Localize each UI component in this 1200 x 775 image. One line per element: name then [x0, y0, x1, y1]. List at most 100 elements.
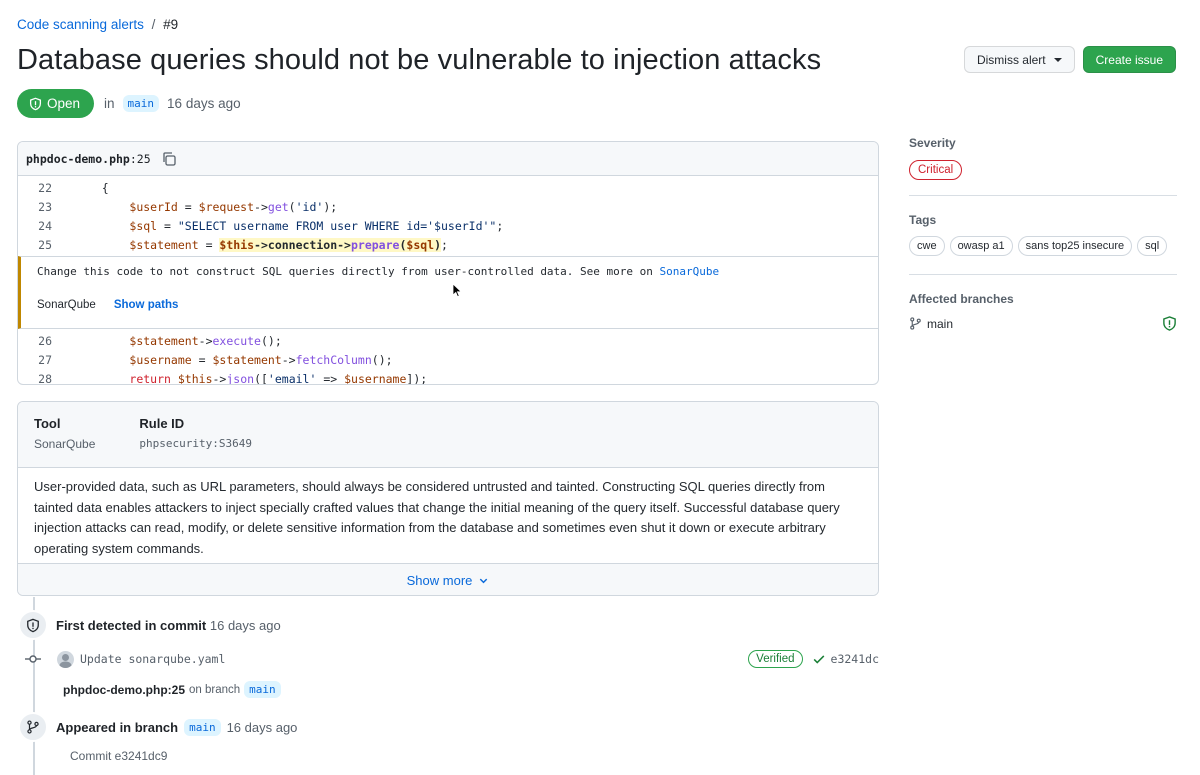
line-number: 28 — [38, 371, 52, 385]
breadcrumb-separator: / — [151, 17, 156, 32]
page-title: Database queries should not be vulnerabl… — [17, 44, 822, 76]
sonarqube-link[interactable]: SonarQube — [660, 265, 720, 278]
code-file-name-text: phpdoc-demo.php — [26, 151, 130, 166]
code-text: $statement->execute(); — [129, 333, 282, 348]
rule-description: User-provided data, such as URL paramete… — [34, 479, 840, 556]
line-number: 24 — [38, 218, 52, 233]
show-more-label: Show more — [406, 572, 473, 588]
copy-icon[interactable] — [161, 151, 177, 167]
shield-icon — [27, 618, 39, 632]
code-text: $sql = "SELECT username FROM user WHERE … — [129, 218, 504, 233]
appeared-branch-tag[interactable]: main — [184, 718, 221, 736]
code-file-line: :25 — [129, 151, 151, 166]
code-lines-after: 26 $statement->execute(); 27 $username =… — [18, 329, 878, 385]
rule-id: Rule ID phpsecurity:S3649 — [139, 416, 252, 453]
severity-label: Severity — [909, 136, 956, 150]
avatar-person-icon — [59, 653, 72, 668]
rule-panel: Tool SonarQube Rule ID phpsecurity:S3649… — [17, 401, 879, 596]
timeline-appeared-text: Appeared in branch main 16 days ago — [56, 718, 298, 736]
shield-icon — [1163, 316, 1176, 331]
line-number: 27 — [38, 352, 52, 367]
breadcrumb: Code scanning alerts / #9 — [17, 17, 178, 32]
annotation-message: Change this code to not construct SQL qu… — [37, 265, 720, 278]
code-file-name[interactable]: phpdoc-demo.php:25 — [26, 152, 151, 166]
affected-branch-row: main — [909, 316, 1177, 331]
sidebar-divider — [909, 274, 1177, 275]
status-age: 16 days ago — [167, 96, 241, 111]
alert-annotation: Change this code to not construct SQL qu… — [18, 256, 878, 329]
code-line: 27 $username = $statement->fetchColumn()… — [18, 350, 878, 369]
mouse-cursor-icon — [452, 283, 462, 298]
git-branch-icon — [910, 317, 921, 330]
severity-badge: Critical — [909, 160, 963, 180]
code-panel: phpdoc-demo.php:25 22 { 23 $userId = $re… — [17, 141, 879, 385]
code-line: 28 return $this->json(['email' => $usern… — [18, 369, 878, 385]
rule-id-value: phpsecurity:S3649 — [139, 437, 252, 450]
timeline-first-detected-text: First detected in commit 16 days ago — [56, 617, 281, 633]
commit-icon — [25, 655, 41, 663]
timeline-commit-row: Update sonarqube.yaml Verified e3241dc — [25, 650, 879, 668]
rule-tool: Tool SonarQube — [34, 416, 95, 453]
code-text: $userId = $request->get('id'); — [129, 199, 338, 214]
create-issue-button[interactable]: Create issue — [1082, 46, 1176, 73]
code-line: 26 $statement->execute(); — [18, 331, 878, 350]
affected-branch-name[interactable]: main — [927, 317, 953, 331]
line-number: 26 — [38, 333, 52, 348]
line-number: 22 — [38, 180, 52, 195]
branches-label: Affected branches — [909, 292, 1014, 306]
code-header: phpdoc-demo.php:25 — [18, 142, 878, 176]
code-line: 24 $sql = "SELECT username FROM user WHE… — [18, 216, 878, 235]
dismiss-alert-label: Dismiss alert — [976, 52, 1046, 67]
code-line: 22 { — [18, 178, 878, 197]
rule-tool-value: SonarQube — [34, 437, 96, 451]
show-more-button[interactable]: Show more — [18, 563, 878, 595]
breadcrumb-code-scanning-link[interactable]: Code scanning alerts — [17, 17, 144, 32]
timeline-location: phpdoc-demo.php:25 on branch main — [63, 681, 281, 698]
chevron-down-icon — [480, 578, 488, 583]
rule-id-label: Rule ID — [139, 416, 185, 431]
status-in-text: in — [104, 96, 115, 111]
code-text: return $this->json(['email' => $username… — [129, 371, 428, 385]
timeline-first-detected: First detected in commit 16 days ago — [18, 610, 281, 640]
code-text: $username = $statement->fetchColumn(); — [129, 352, 393, 367]
verified-badge[interactable]: Verified — [748, 650, 803, 668]
sidebar-divider — [909, 195, 1177, 196]
show-paths-button[interactable]: Show paths — [114, 299, 179, 311]
rule-tool-label: Tool — [34, 416, 61, 431]
sidebar-severity: Severity Critical — [909, 136, 1177, 180]
tag-item[interactable]: cwe — [909, 236, 945, 256]
line-number: 25 — [38, 237, 52, 252]
timeline-badge — [18, 712, 48, 742]
commit-reference[interactable]: Commit e3241dc9 — [70, 749, 167, 763]
code-text: $statement = $this->connection->prepare(… — [129, 237, 448, 252]
location-on-branch: on branch — [189, 683, 241, 696]
timeline-badge — [18, 610, 48, 640]
commit-sha[interactable]: e3241dc — [831, 652, 879, 666]
location-file[interactable]: phpdoc-demo.php:25 — [63, 683, 185, 697]
status-badge: Open — [17, 89, 95, 118]
tags-list: cwe owasp a1 sans top25 insecure sql — [909, 236, 1177, 256]
tag-item[interactable]: sql — [1137, 236, 1168, 256]
code-line: 23 $userId = $request->get('id'); — [18, 197, 878, 216]
avatar[interactable] — [57, 650, 74, 668]
create-issue-label: Create issue — [1095, 52, 1163, 67]
line-number: 23 — [38, 199, 52, 214]
code-line: 25 $statement = $this->connection->prepa… — [18, 235, 878, 254]
status-row: Open in main 16 days ago — [17, 89, 241, 118]
annotation-tool: SonarQube — [37, 299, 96, 311]
code-text: { — [101, 180, 109, 195]
location-branch-tag[interactable]: main — [244, 681, 281, 698]
sidebar-branches: Affected branches main — [909, 292, 1177, 331]
tag-item[interactable]: owasp a1 — [949, 236, 1013, 256]
status-branch-tag[interactable]: main — [122, 95, 160, 112]
tag-item[interactable]: sans top25 insecure — [1017, 236, 1133, 256]
rule-header: Tool SonarQube Rule ID phpsecurity:S3649 — [18, 402, 878, 468]
sidebar-tags: Tags cwe owasp a1 sans top25 insecure sq… — [909, 213, 1177, 256]
git-branch-icon — [27, 720, 39, 734]
header-actions: Dismiss alert Create issue — [963, 46, 1176, 73]
tags-label: Tags — [909, 213, 937, 227]
status-label: Open — [47, 96, 81, 111]
dismiss-alert-button[interactable]: Dismiss alert — [963, 46, 1075, 73]
commit-message[interactable]: Update sonarqube.yaml — [80, 652, 225, 666]
caret-down-icon — [1053, 57, 1062, 62]
